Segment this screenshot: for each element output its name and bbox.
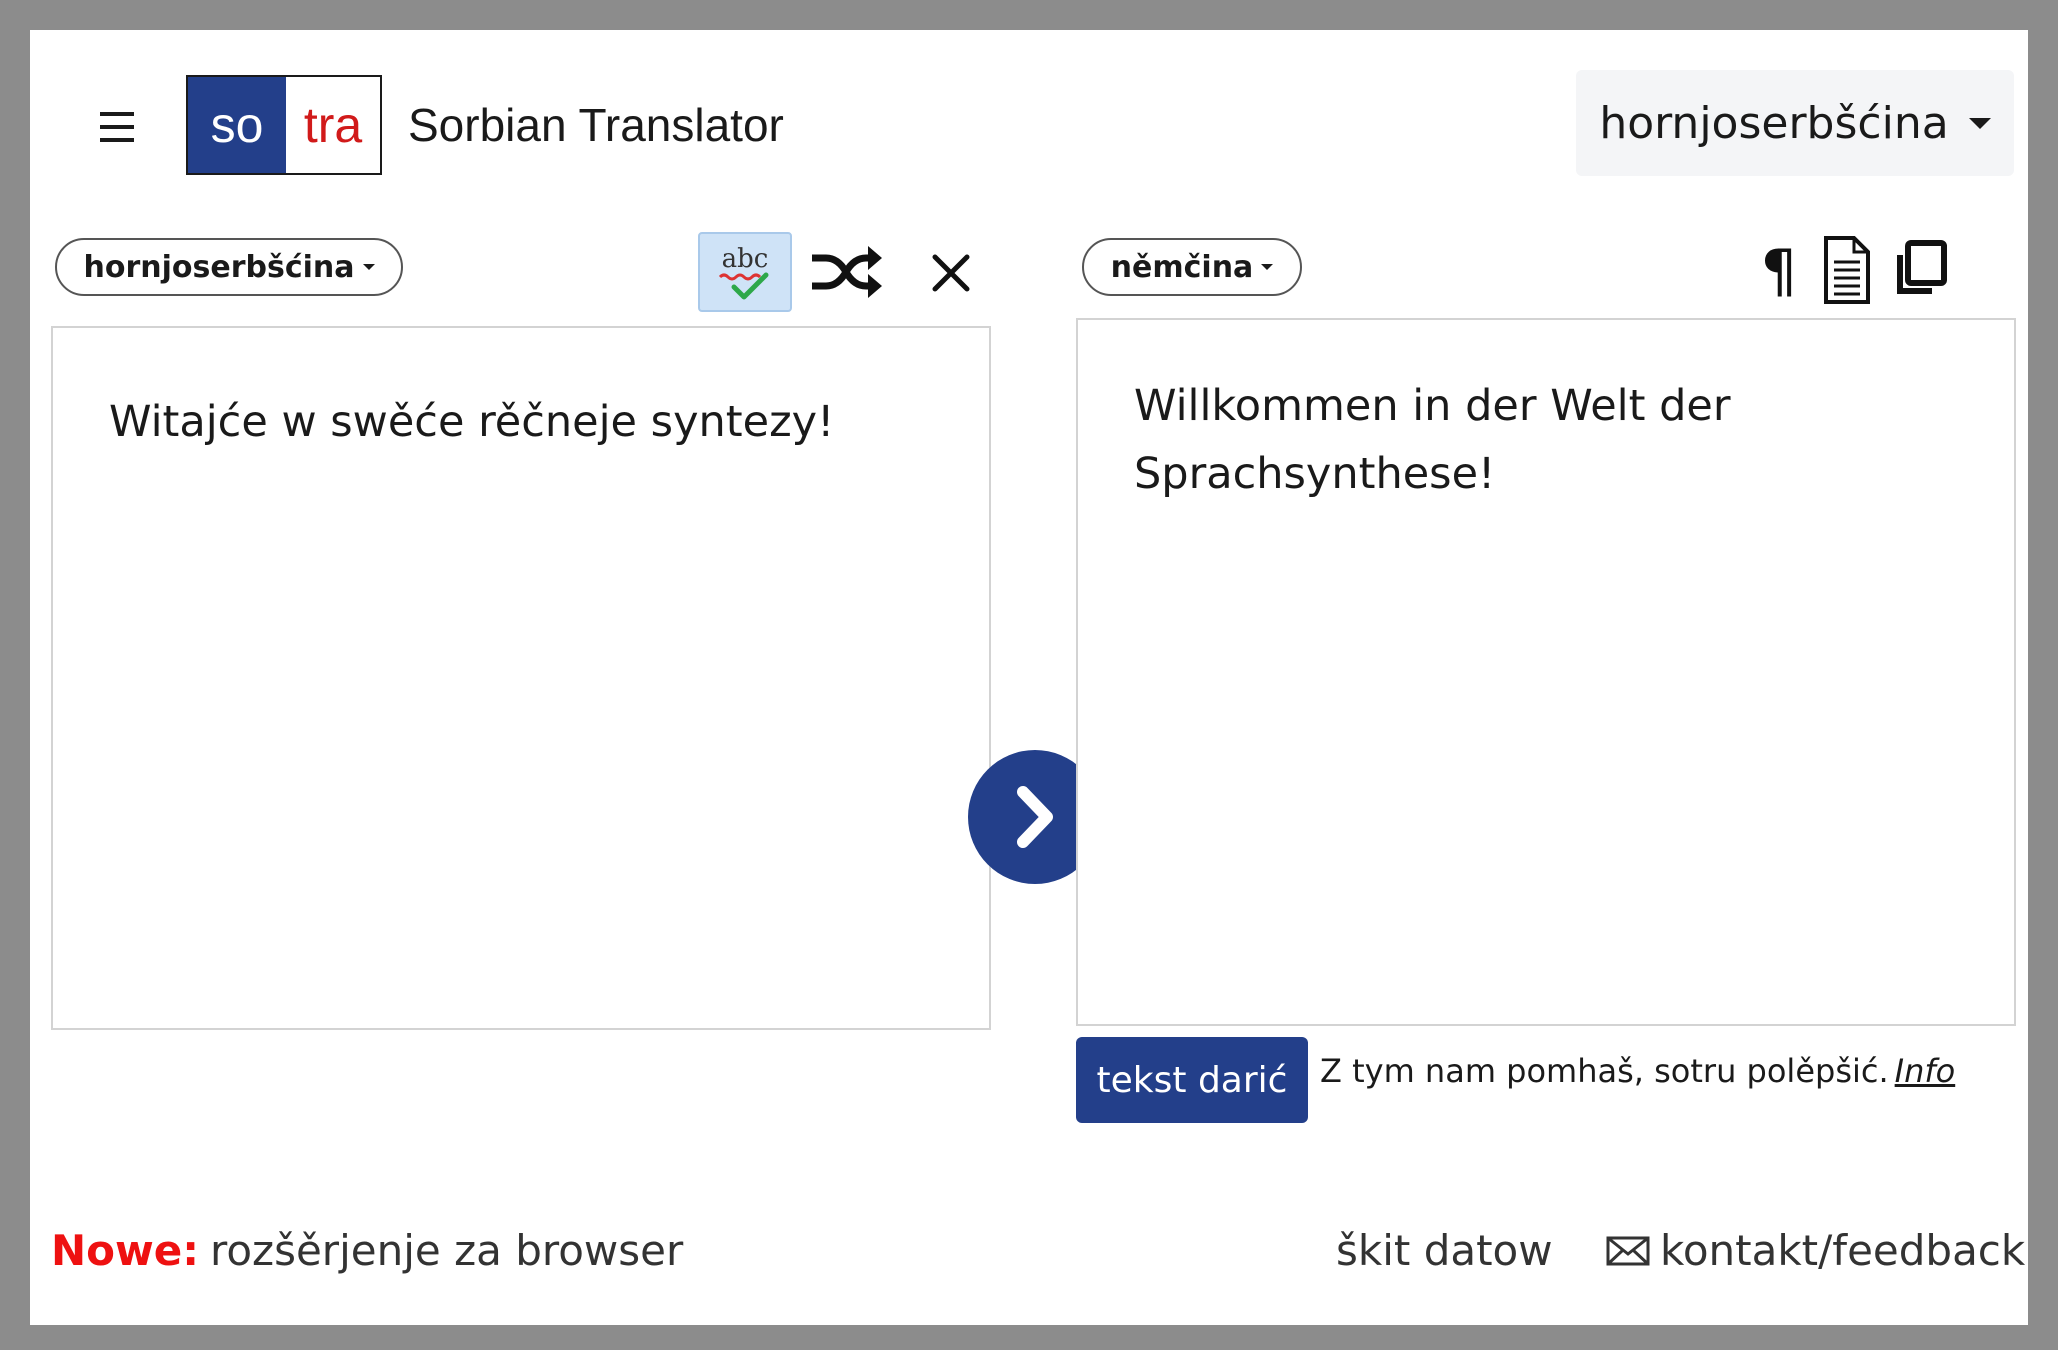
- document-icon: [1824, 236, 1870, 304]
- envelope-icon: [1606, 1236, 1650, 1265]
- ui-language-dropdown[interactable]: hornjoserbšćina: [1576, 70, 2014, 176]
- copy-icon: [1897, 240, 1947, 294]
- ui-language-label: hornjoserbšćina: [1599, 97, 1949, 149]
- source-language-label: hornjoserbšćina: [83, 249, 355, 285]
- caret-down-icon: [1261, 264, 1274, 270]
- news-label: Nowe:: [51, 1226, 200, 1275]
- app-window: so tra Sorbian Translator hornjoserbšćin…: [30, 30, 2028, 1325]
- pilcrow-icon: ¶: [1760, 237, 1798, 305]
- caret-down-icon: [362, 264, 375, 270]
- privacy-link[interactable]: škit datow: [1336, 1226, 1553, 1275]
- logo[interactable]: so tra: [186, 75, 382, 175]
- logo-tra: tra: [286, 77, 380, 173]
- svg-text:abc: abc: [722, 244, 769, 274]
- chevron-right-icon: [1017, 786, 1053, 848]
- shuffle-button[interactable]: [806, 238, 886, 306]
- target-language-dropdown[interactable]: němčina: [1082, 238, 1302, 296]
- clear-button[interactable]: [918, 240, 984, 306]
- spellcheck-button[interactable]: abc: [698, 232, 792, 312]
- hamburger-icon[interactable]: [96, 110, 136, 146]
- donate-note-text: Z tym nam pomhaš, sotru polěpšić.: [1320, 1052, 1889, 1090]
- close-icon: [932, 254, 970, 292]
- source-text: Witajće w swěće rěčneje syntezy!: [109, 397, 835, 447]
- logo-so: so: [188, 77, 286, 173]
- target-text: Willkommen in der Welt der Sprachsynthes…: [1134, 381, 1731, 499]
- info-link[interactable]: Info: [1895, 1052, 1956, 1090]
- spellcheck-icon: abc: [718, 244, 769, 300]
- shuffle-icon: [812, 246, 882, 298]
- document-button[interactable]: [1820, 230, 1874, 310]
- source-language-dropdown[interactable]: hornjoserbšćina: [55, 238, 403, 296]
- browser-extension-link[interactable]: rozšěrjenje za browser: [210, 1226, 683, 1275]
- contact-link[interactable]: kontakt/feedback: [1606, 1226, 2025, 1275]
- source-textarea[interactable]: Witajće w swěće rěčneje syntezy!: [51, 326, 991, 1030]
- app-title: Sorbian Translator: [408, 99, 784, 151]
- donate-note: Z tym nam pomhaš, sotru polěpšić. Info: [1320, 1052, 1955, 1090]
- donate-text-button[interactable]: tekst darić: [1076, 1037, 1308, 1123]
- target-textarea[interactable]: Willkommen in der Welt der Sprachsynthes…: [1076, 318, 2016, 1026]
- paragraph-button[interactable]: ¶: [1752, 236, 1806, 306]
- target-language-label: němčina: [1110, 249, 1254, 285]
- contact-link-label: kontakt/feedback: [1660, 1226, 2026, 1275]
- copy-button[interactable]: [1890, 236, 1950, 302]
- caret-down-icon: [1968, 117, 1991, 129]
